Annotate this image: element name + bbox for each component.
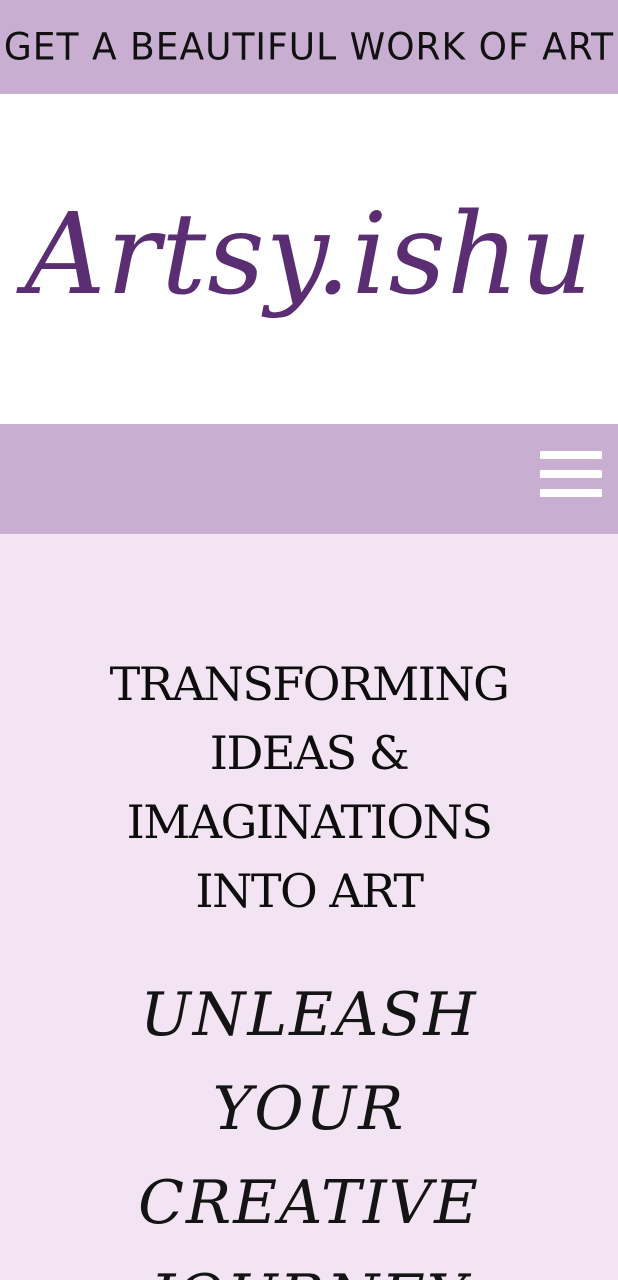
announcement-bar: GET A BEAUTIFUL WORK OF ART — [0, 0, 618, 94]
menu-line — [540, 489, 602, 497]
hamburger-menu-icon[interactable] — [540, 448, 602, 500]
menu-line — [540, 470, 602, 478]
site-logo[interactable]: Artsy.ishu — [25, 190, 593, 320]
navigation-bar — [0, 424, 618, 534]
hero-heading: TRANSFORMING IDEAS & IMAGINATIONS INTO A… — [109, 657, 510, 918]
site-header: Artsy.ishu — [0, 94, 618, 424]
hero-subheading: UNLEASH YOUR CREATIVE JOURNEY — [138, 980, 480, 1280]
announcement-text: GET A BEAUTIFUL WORK OF ART — [3, 25, 615, 69]
hero-section: TRANSFORMING IDEAS & IMAGINATIONS INTO A… — [0, 534, 618, 1280]
menu-line — [540, 451, 602, 459]
